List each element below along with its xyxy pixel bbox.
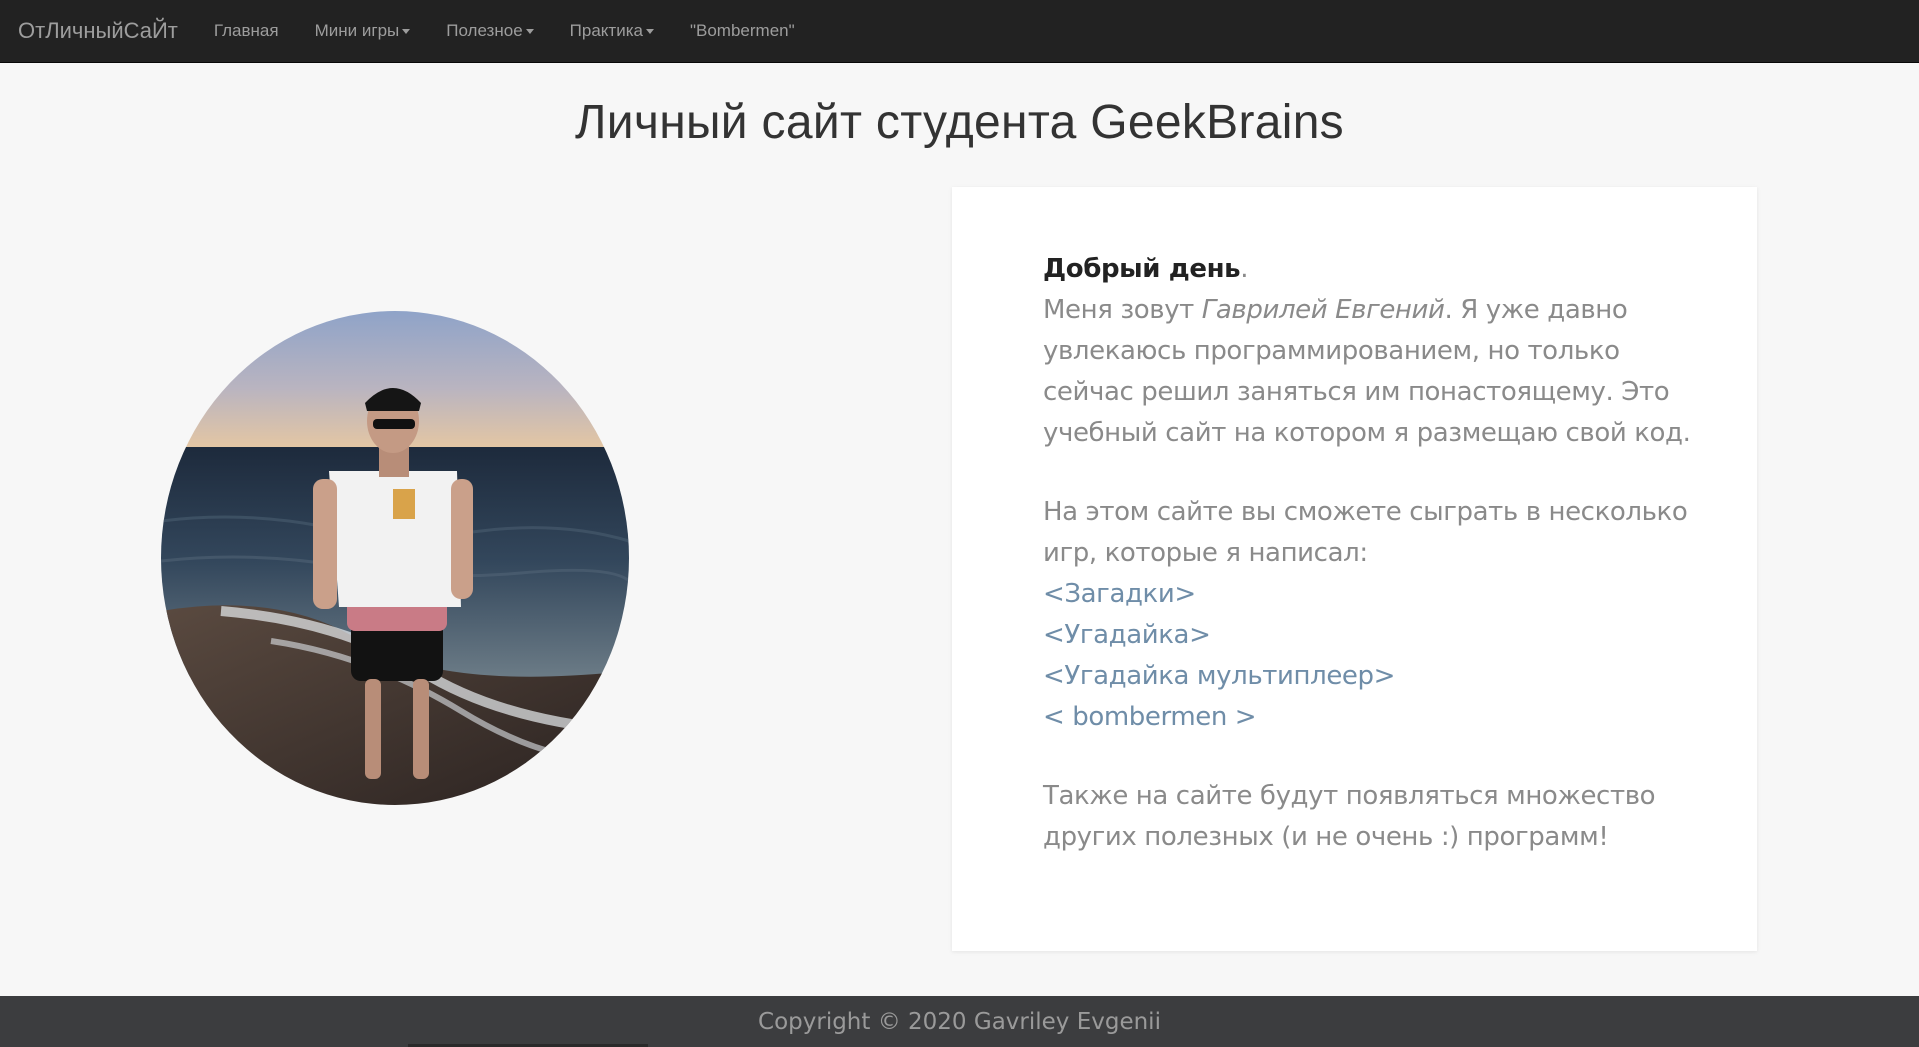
game-link-riddles[interactable]: <Загадки> [1043,574,1693,615]
nav-item-useful[interactable]: Полезное [428,0,551,63]
nav-item-practice[interactable]: Практика [552,0,672,63]
games-intro: На этом сайте вы сможете сыграть в неско… [1043,497,1688,568]
beach-portrait-illustration [161,311,629,805]
nav-item-label: Полезное [446,21,523,40]
about-text: Добрый день. Меня зовут Гаврилей Евгений… [1043,249,1693,858]
page-footer: Copyright © 2020 Gavriley Evgenii [0,996,1919,1047]
outro-paragraph: Также на сайте будут появляться множеств… [1043,781,1656,852]
nav-item-bombermen[interactable]: "Bombermen" [672,0,813,63]
game-link-guess[interactable]: <Угадайка> [1043,615,1693,656]
caret-down-icon [645,28,654,34]
nav-item-mini-games[interactable]: Мини игры [297,0,429,63]
caret-down-icon [402,28,411,34]
about-card: Добрый день. Меня зовут Гаврилей Евгений… [952,187,1757,951]
nav-item-label: Мини игры [314,21,400,40]
greeting-heading: Добрый день [1043,254,1241,284]
caret-down-icon [525,28,534,34]
nav-item-label: Практика [569,21,643,40]
nav-item-label: Главная [213,21,279,40]
author-name: Гаврилей Евгений [1201,295,1445,325]
game-link-bombermen[interactable]: < bombermen > [1043,697,1693,738]
top-navbar: ОтЛичныйСаЙт Главная Мини игры Полезное … [0,0,1919,63]
site-brand-link[interactable]: ОтЛичныйСаЙт [18,18,178,44]
avatar-photo [161,311,629,805]
game-link-guess-multiplayer[interactable]: <Угадайка мультиплеер> [1043,656,1693,697]
greeting-line: Добрый день. [1043,249,1693,290]
nav-item-home[interactable]: Главная [196,0,297,63]
copyright-text: Copyright © 2020 Gavriley Evgenii [758,1008,1161,1035]
greeting-punctuation: . [1240,254,1249,284]
intro-paragraph: Меня зовут Гаврилей Евгений. Я уже давно… [1043,290,1693,454]
intro-before-name: Меня зовут [1043,295,1202,325]
nav-item-label: "Bombermen" [689,21,795,40]
page-title: Личный сайт студента GeekBrains [574,96,1344,149]
